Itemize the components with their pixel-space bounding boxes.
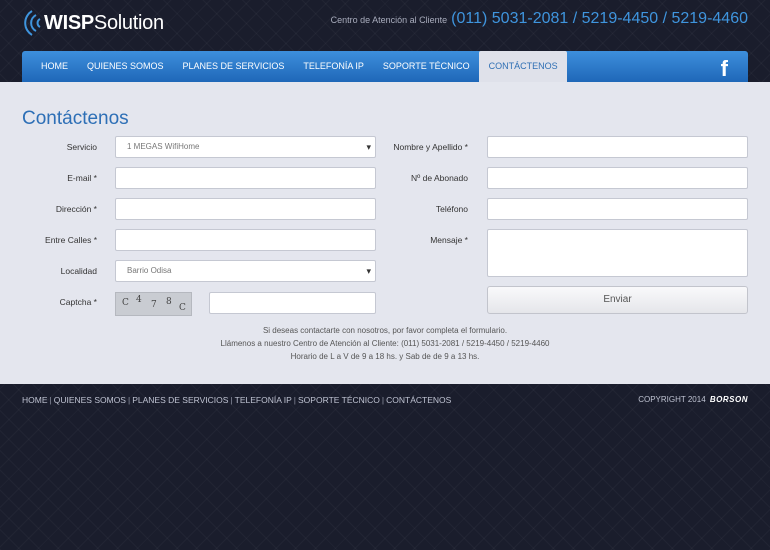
logo-text-bold: WISP	[44, 11, 94, 34]
abonado-field[interactable]	[487, 167, 748, 189]
footer-separator: |	[293, 395, 297, 405]
footer-separator: |	[49, 395, 52, 405]
captcha-char: C	[179, 303, 186, 313]
contact-info-text: Si deseas contactarte con nosotros, por …	[0, 324, 770, 363]
email-label: E-mail *	[67, 173, 97, 183]
copyright: COPYRIGHT 2014 BORSON	[638, 395, 748, 404]
nombre-label: Nombre y Apellido *	[393, 142, 468, 152]
logo-text-rest: Solution	[93, 11, 164, 34]
footer-link-planes[interactable]: PLANES DE SERVICIOS	[132, 395, 228, 405]
footer-links: HOME | QUIENES SOMOS | PLANES DE SERVICIOS | T…	[22, 395, 451, 405]
telefono-field[interactable]	[487, 198, 748, 220]
copyright-text: COPYRIGHT 2014	[638, 395, 706, 404]
direccion-field[interactable]	[115, 198, 376, 220]
localidad-select[interactable]: Barrio Odisa	[115, 260, 376, 282]
captcha-char: 7	[151, 300, 157, 310]
servicio-label: Servicio	[66, 142, 97, 152]
footer-separator: |	[381, 395, 385, 405]
captcha-char: C	[122, 298, 129, 308]
nav-item-home[interactable]: HOME	[22, 51, 78, 82]
footer-separator: |	[127, 395, 131, 405]
footer-link-home[interactable]: HOME	[22, 395, 48, 405]
info-line: Llámenos a nuestro Centro de Atención al…	[220, 339, 550, 348]
telefono-label: Teléfono	[435, 204, 468, 214]
captcha-label: Captcha *	[59, 297, 97, 307]
footer-link-quienes-somos[interactable]: QUIENES SOMOS	[54, 395, 126, 405]
email-field[interactable]	[115, 167, 376, 189]
entre-calles-field[interactable]	[115, 229, 376, 251]
mensaje-label: Mensaje *	[430, 235, 468, 245]
logo-text: WISPSolution	[44, 12, 164, 35]
info-line: Horario de L a V de 9 a 18 hs. y Sab de …	[290, 352, 480, 361]
nombre-field[interactable]	[487, 136, 748, 158]
facebook-icon[interactable]: f	[721, 56, 728, 82]
footer-link-soporte[interactable]: SOPORTE TÉCNICO	[298, 395, 380, 405]
captcha-char: 8	[166, 297, 172, 307]
nav-item-quienes-somos[interactable]: QUIENES SOMOS	[78, 51, 174, 82]
captcha-field[interactable]	[209, 292, 376, 314]
footer-separator: |	[230, 395, 233, 405]
logo[interactable]: WISPSolution	[22, 8, 164, 38]
contact-info: Centro de Atención al Cliente (011) 5031…	[331, 10, 748, 28]
nav-item-telefonia[interactable]: TELEFONÍA IP	[294, 51, 374, 82]
nav-item-planes[interactable]: PLANES DE SERVICIOS	[173, 51, 294, 82]
main-nav: HOME QUIENES SOMOS PLANES DE SERVICIOS T…	[22, 51, 748, 82]
servicio-select[interactable]: 1 MEGAS WifiHome	[115, 136, 376, 158]
nav-item-soporte[interactable]: SOPORTE TÉCNICO	[373, 51, 479, 82]
abonado-label: Nº de Abonado	[411, 173, 468, 183]
wifi-waves-icon	[24, 10, 41, 36]
footer: HOME | QUIENES SOMOS | PLANES DE SERVICIOS | T…	[0, 384, 770, 420]
page-title: Contáctenos	[22, 108, 129, 129]
enviar-button[interactable]: Enviar	[487, 286, 748, 314]
localidad-label: Localidad	[60, 266, 97, 276]
main-content: Contáctenos Servicio 1 MEGAS WifiHome E-…	[0, 82, 770, 384]
captcha-char: 4	[136, 295, 142, 305]
captcha-image: C 4 7 8 C	[115, 292, 192, 316]
nav-item-contactenos[interactable]: CONTÁCTENOS	[479, 51, 568, 82]
mensaje-textarea[interactable]	[487, 229, 748, 277]
contact-label: Centro de Atención al Cliente	[330, 15, 448, 25]
footer-link-contactenos[interactable]: CONTÁCTENOS	[386, 395, 451, 405]
header: WISPSolution Centro de Atención al Clien…	[0, 0, 770, 82]
footer-link-telefonia[interactable]: TELEFONÍA IP	[235, 395, 292, 405]
direccion-label: Dirección *	[55, 204, 97, 214]
info-line: Si deseas contactarte con nosotros, por …	[262, 326, 508, 335]
entre-calles-label: Entre Calles *	[45, 235, 97, 245]
contact-phones: (011) 5031-2081 / 5219-4450 / 5219-4460	[451, 10, 748, 27]
brand-logo[interactable]: BORSON	[710, 395, 748, 404]
